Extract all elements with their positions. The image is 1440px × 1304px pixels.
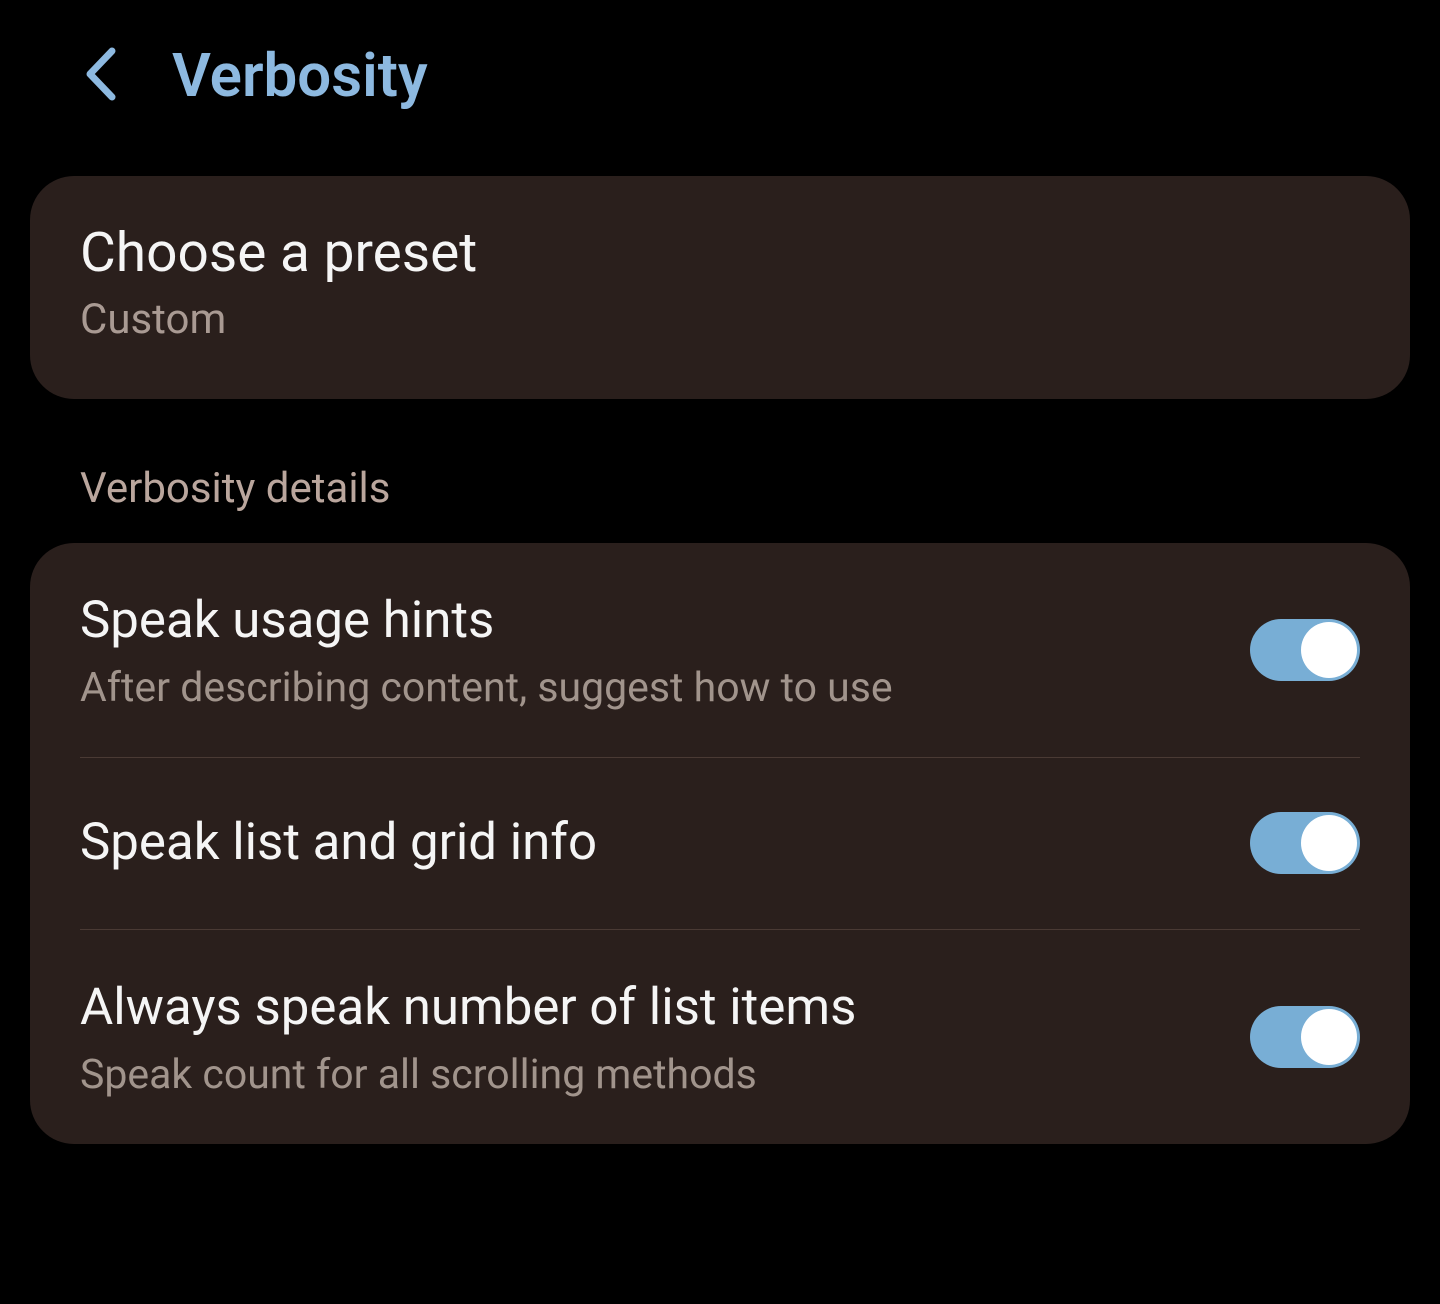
setting-text: Speak usage hints After describing conte… [80,588,1220,712]
toggle-knob [1301,1009,1357,1065]
setting-title: Speak usage hints [80,588,1220,654]
toggle-speak-list-grid[interactable] [1250,812,1360,874]
verbosity-details-card: Speak usage hints After describing conte… [30,543,1410,1144]
setting-speak-usage-hints[interactable]: Speak usage hints After describing conte… [30,543,1410,757]
setting-desc: Speak count for all scrolling methods [80,1051,1220,1099]
setting-always-speak-count[interactable]: Always speak number of list items Speak … [30,930,1410,1144]
toggle-speak-usage-hints[interactable] [1250,619,1360,681]
preset-value: Custom [80,295,1360,344]
preset-row[interactable]: Choose a preset Custom [30,176,1410,399]
setting-text: Speak list and grid info [80,810,1220,876]
toggle-knob [1301,815,1357,871]
section-label: Verbosity details [80,464,1440,513]
page-title: Verbosity [172,40,428,111]
back-icon[interactable] [80,45,122,107]
setting-text: Always speak number of list items Speak … [80,975,1220,1099]
setting-speak-list-grid[interactable]: Speak list and grid info [30,758,1410,928]
toggle-knob [1301,622,1357,678]
preset-title: Choose a preset [80,221,1360,285]
toggle-always-speak-count[interactable] [1250,1006,1360,1068]
setting-title: Speak list and grid info [80,810,1220,876]
setting-desc: After describing content, suggest how to… [80,664,1220,712]
setting-title: Always speak number of list items [80,975,1220,1041]
header: Verbosity [0,0,1440,141]
